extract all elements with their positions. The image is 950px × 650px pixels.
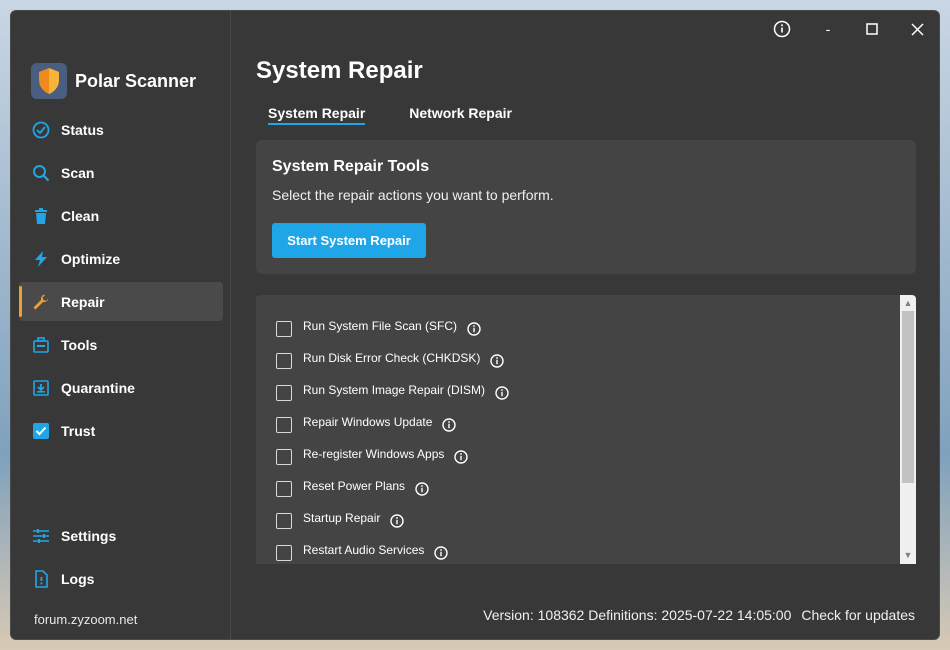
vertical-scrollbar[interactable]: ▲ ▼ bbox=[900, 295, 916, 564]
list-item[interactable]: Run System Image Repair (DISM) bbox=[276, 377, 509, 409]
repair-options-list: Run System File Scan (SFC) Run Disk Error… bbox=[256, 295, 916, 564]
info-icon bbox=[773, 20, 791, 38]
sidebar-item-trust[interactable]: Trust bbox=[19, 411, 223, 450]
repair-option-label: Run Disk Error Check (CHKDSK) bbox=[303, 351, 481, 365]
sidebar-item-label: Settings bbox=[61, 527, 117, 544]
repair-option-checkbox[interactable] bbox=[276, 321, 292, 337]
search-icon bbox=[31, 163, 51, 183]
repair-option-checkbox[interactable] bbox=[276, 353, 292, 369]
app-name: Polar Scanner bbox=[75, 70, 197, 91]
sidebar-item-label: Quarantine bbox=[61, 379, 135, 396]
status-bar: Version: 108362 Definitions: 2025-07-22 … bbox=[483, 607, 915, 623]
sidebar-item-optimize[interactable]: Optimize bbox=[19, 239, 223, 278]
maximize-button[interactable] bbox=[857, 18, 887, 40]
lightning-icon bbox=[31, 249, 51, 269]
checkbox-checked-icon bbox=[31, 421, 51, 441]
repair-option-label: Reset Power Plans bbox=[303, 479, 406, 493]
quarantine-box-icon bbox=[31, 378, 51, 398]
tab-network-repair[interactable]: Network Repair bbox=[409, 105, 512, 125]
list-item[interactable]: Run System File Scan (SFC) bbox=[276, 313, 509, 345]
sidebar: Polar Scanner Status Scan Clean Optimize… bbox=[11, 11, 231, 639]
minimize-button[interactable]: - bbox=[813, 18, 843, 40]
list-item[interactable]: Startup Repair bbox=[276, 505, 509, 537]
repair-option-checkbox[interactable] bbox=[276, 385, 292, 401]
sidebar-nav: Status Scan Clean Optimize Repair Tools … bbox=[19, 110, 223, 454]
repair-option-label: Startup Repair bbox=[303, 511, 381, 525]
repair-option-checkbox[interactable] bbox=[276, 513, 292, 529]
repair-option-label: Run System File Scan (SFC) bbox=[303, 319, 458, 333]
repair-items: Run System File Scan (SFC) Run Disk Error… bbox=[276, 313, 509, 564]
sidebar-item-scan[interactable]: Scan bbox=[19, 153, 223, 192]
tab-bar: System Repair Network Repair bbox=[268, 105, 556, 125]
close-button[interactable] bbox=[902, 18, 932, 40]
repair-option-checkbox[interactable] bbox=[276, 481, 292, 497]
repair-option-checkbox[interactable] bbox=[276, 545, 292, 561]
list-item[interactable]: Repair Windows Update bbox=[276, 409, 509, 441]
repair-option-label: Restart Audio Services bbox=[303, 543, 425, 557]
sidebar-item-label: Clean bbox=[61, 207, 100, 224]
sidebar-item-label: Logs bbox=[61, 570, 95, 587]
list-item[interactable]: Reset Power Plans bbox=[276, 473, 509, 505]
page-title: System Repair bbox=[256, 57, 423, 84]
repair-tools-card: System Repair Tools Select the repair ac… bbox=[256, 140, 916, 274]
repair-option-label: Repair Windows Update bbox=[303, 415, 433, 429]
info-icon[interactable] bbox=[442, 418, 457, 432]
sidebar-item-logs[interactable]: Logs bbox=[19, 559, 223, 598]
info-icon[interactable] bbox=[490, 354, 505, 368]
info-icon[interactable] bbox=[454, 450, 469, 464]
sidebar-item-status[interactable]: Status bbox=[19, 110, 223, 149]
tab-system-repair[interactable]: System Repair bbox=[268, 105, 366, 125]
wrench-icon bbox=[31, 292, 51, 312]
card-title: System Repair Tools bbox=[272, 158, 430, 175]
info-icon[interactable] bbox=[434, 546, 449, 560]
scroll-up-arrow-icon[interactable]: ▲ bbox=[900, 296, 916, 310]
start-system-repair-button[interactable]: Start System Repair bbox=[272, 223, 426, 258]
app-window: - Polar Scanner Status Scan Clean Optimi… bbox=[10, 10, 940, 640]
list-item[interactable]: Restart Audio Services bbox=[276, 537, 509, 564]
list-item[interactable]: Re-register Windows Apps bbox=[276, 441, 509, 473]
sidebar-item-settings[interactable]: Settings bbox=[19, 516, 223, 555]
scroll-thumb[interactable] bbox=[902, 311, 914, 483]
shield-logo-icon bbox=[31, 63, 67, 99]
sliders-icon bbox=[31, 526, 51, 546]
sidebar-item-repair[interactable]: Repair bbox=[19, 282, 223, 321]
minimize-icon: - bbox=[825, 21, 831, 37]
sidebar-item-label: Optimize bbox=[61, 250, 121, 267]
scroll-down-arrow-icon[interactable]: ▼ bbox=[900, 548, 916, 562]
repair-option-label: Re-register Windows Apps bbox=[303, 447, 445, 461]
trash-icon bbox=[31, 206, 51, 226]
check-circle-icon bbox=[31, 120, 51, 140]
repair-option-label: Run System Image Repair (DISM) bbox=[303, 383, 486, 397]
info-button[interactable] bbox=[767, 18, 797, 40]
sidebar-item-label: Trust bbox=[61, 422, 96, 439]
brand: Polar Scanner bbox=[31, 63, 196, 99]
info-icon[interactable] bbox=[390, 514, 405, 528]
forum-link[interactable]: forum.zyzoom.net bbox=[34, 612, 137, 627]
sidebar-item-tools[interactable]: Tools bbox=[19, 325, 223, 364]
sidebar-item-label: Tools bbox=[61, 336, 98, 353]
sidebar-item-clean[interactable]: Clean bbox=[19, 196, 223, 235]
repair-option-checkbox[interactable] bbox=[276, 449, 292, 465]
sidebar-bottom-nav: Settings Logs bbox=[19, 516, 223, 602]
version-info: Version: 108362 Definitions: 2025-07-22 … bbox=[483, 607, 792, 623]
check-for-updates-link[interactable]: Check for updates bbox=[801, 607, 915, 623]
list-item[interactable]: Run Disk Error Check (CHKDSK) bbox=[276, 345, 509, 377]
sidebar-item-label: Scan bbox=[61, 164, 95, 181]
sidebar-item-label: Status bbox=[61, 121, 104, 138]
sidebar-item-label: Repair bbox=[61, 293, 105, 310]
maximize-icon bbox=[866, 23, 878, 35]
info-icon[interactable] bbox=[495, 386, 509, 400]
sidebar-item-quarantine[interactable]: Quarantine bbox=[19, 368, 223, 407]
close-icon bbox=[910, 22, 924, 36]
card-description: Select the repair actions you want to pe… bbox=[272, 187, 554, 203]
toolbox-icon bbox=[31, 335, 51, 355]
log-file-icon bbox=[31, 569, 51, 589]
info-icon[interactable] bbox=[467, 322, 481, 336]
repair-option-checkbox[interactable] bbox=[276, 417, 292, 433]
info-icon[interactable] bbox=[415, 482, 429, 496]
